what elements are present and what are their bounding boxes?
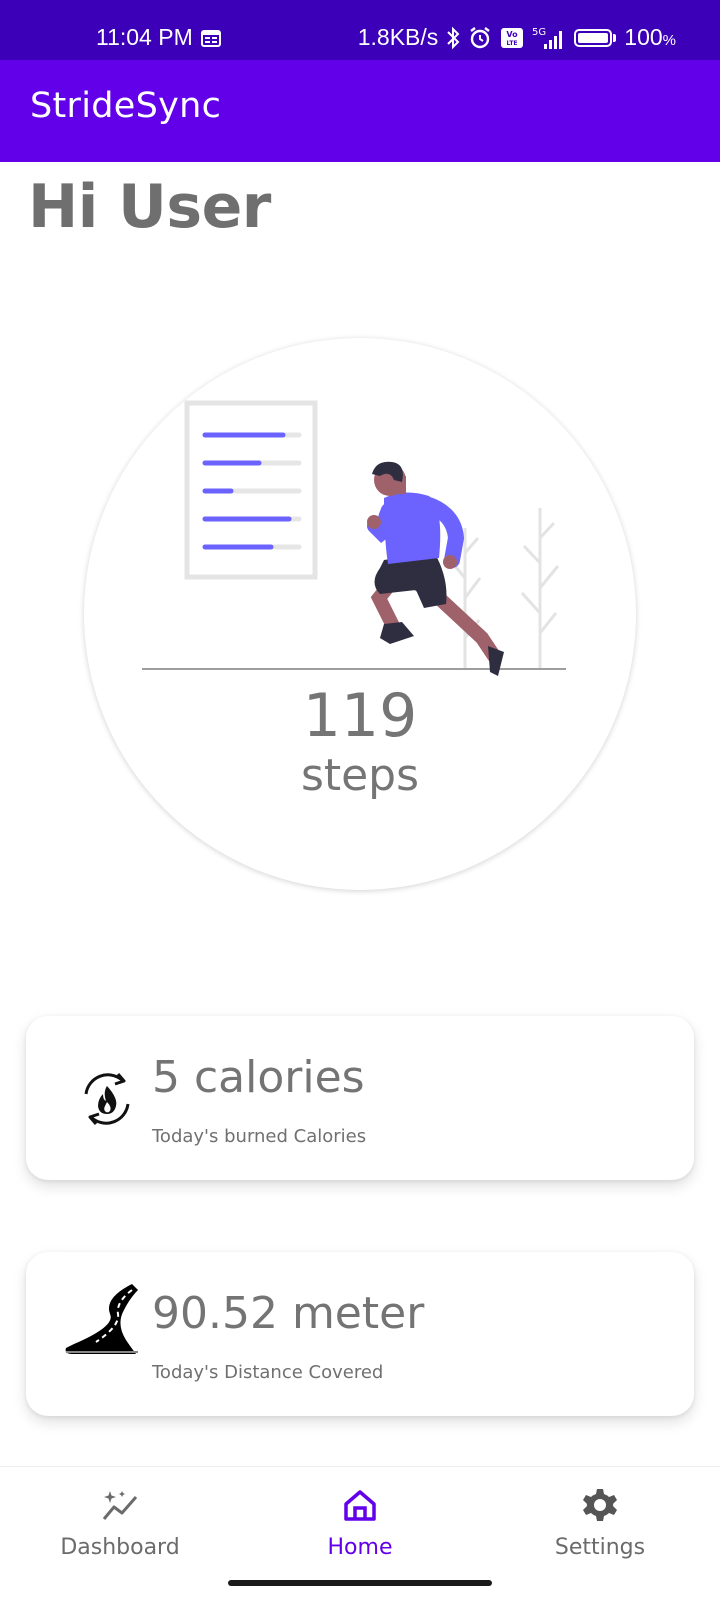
- network-speed: 1.8KB/s: [357, 24, 439, 50]
- calendar-icon: [200, 29, 221, 47]
- running-illustration: [142, 400, 566, 676]
- sparkle-chart-icon: [100, 1485, 140, 1525]
- nav-label-dashboard: Dashboard: [60, 1535, 180, 1560]
- distance-value: 90.52 meter: [152, 1288, 425, 1339]
- bluetooth-icon: [446, 26, 460, 50]
- steps-unit-label: steps: [300, 750, 420, 801]
- nav-label-settings: Settings: [554, 1535, 646, 1560]
- battery-icon: [574, 28, 617, 47]
- status-time-group: 11:04 PM: [96, 24, 221, 51]
- status-time: 11:04 PM: [96, 24, 193, 50]
- svg-text:Vo: Vo: [507, 30, 519, 39]
- battery-percent: 100%: [624, 24, 676, 50]
- step-counter-circle: 119 steps: [84, 338, 636, 890]
- calories-value: 5 calories: [152, 1052, 365, 1103]
- steps-count: 119: [302, 681, 418, 751]
- calories-card[interactable]: 5 calories Today's burned Calories: [26, 1016, 694, 1180]
- app-title: StrideSync: [30, 86, 222, 126]
- nav-item-settings[interactable]: Settings: [480, 1467, 720, 1577]
- distance-subtitle: Today's Distance Covered: [152, 1362, 384, 1383]
- calories-subtitle: Today's burned Calories: [152, 1126, 367, 1147]
- nav-label-home: Home: [327, 1535, 393, 1560]
- signal-icon: 5G: [532, 26, 566, 50]
- greeting-heading: Hi User: [28, 172, 271, 242]
- status-indicators: 1.8KB/s Vo LTE 5G 100%: [358, 24, 676, 51]
- svg-text:LTE: LTE: [507, 40, 518, 47]
- road-icon: [64, 1280, 140, 1356]
- home-icon: [342, 1485, 378, 1525]
- nav-item-dashboard[interactable]: Dashboard: [0, 1467, 240, 1577]
- gear-icon: [582, 1485, 618, 1525]
- volte-icon: Vo LTE: [500, 27, 524, 49]
- nav-item-home[interactable]: Home: [240, 1467, 480, 1577]
- status-bar: 11:04 PM 1.8KB/s Vo LTE 5G 100%: [0, 0, 720, 60]
- distance-card[interactable]: 90.52 meter Today's Distance Covered: [26, 1252, 694, 1416]
- alarm-icon: [468, 26, 492, 50]
- fire-cycle-icon: [72, 1064, 142, 1134]
- network-type-label: 5G: [532, 27, 546, 38]
- app-bar: StrideSync: [0, 60, 720, 162]
- home-gesture-bar[interactable]: [228, 1580, 492, 1586]
